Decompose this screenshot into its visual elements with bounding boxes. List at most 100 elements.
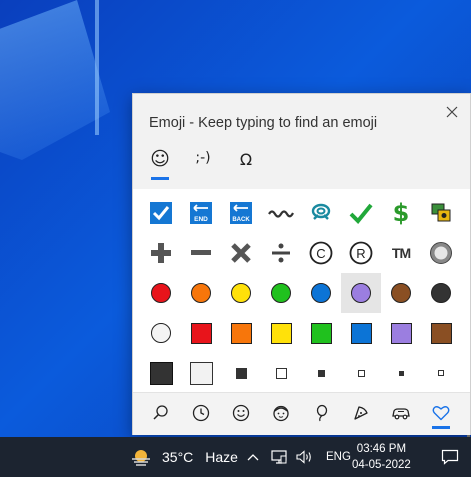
blue-circle-icon[interactable]: [301, 273, 341, 313]
divide-icon[interactable]: [261, 233, 301, 273]
green-square-icon[interactable]: [301, 313, 341, 353]
white-small-square-icon[interactable]: [341, 353, 381, 393]
wallpaper-light-beam: [0, 0, 110, 160]
clock-time: 03:46 PM: [356, 443, 407, 455]
network-icon[interactable]: [268, 447, 290, 467]
clock[interactable]: 03:46 PM 04-05-2022: [352, 441, 411, 473]
yellow-square: [270, 322, 292, 344]
notification-icon: [441, 449, 459, 465]
curly-loop-icon[interactable]: [261, 193, 301, 233]
red-square: [190, 322, 212, 344]
purple-circle: [351, 283, 371, 303]
car-icon[interactable]: [381, 393, 421, 433]
category-list: [141, 393, 461, 433]
tab-symbols[interactable]: Ω: [235, 150, 257, 180]
back-arrow-icon[interactable]: BACK: [221, 193, 261, 233]
orange-square: [230, 322, 252, 344]
green-square: [310, 322, 332, 344]
smiley-icon[interactable]: [221, 393, 261, 433]
tab-kaomoji[interactable]: ;-): [191, 150, 215, 180]
white-circle-icon[interactable]: [141, 313, 181, 353]
copyright-icon[interactable]: C: [301, 233, 341, 273]
clock-icon[interactable]: [181, 393, 221, 433]
white-medium-square-icon[interactable]: [261, 353, 301, 393]
pizza-icon[interactable]: [341, 393, 381, 433]
black-small-square: [317, 369, 325, 377]
black-tiny-square: [398, 370, 404, 376]
purple-square-icon[interactable]: [381, 313, 421, 353]
black-medium-square-icon[interactable]: [221, 353, 261, 393]
trademark-glyph: TM: [391, 245, 411, 261]
dollar-glyph: $: [392, 199, 410, 227]
black-circle-icon[interactable]: [421, 273, 461, 313]
end-arrow-icon[interactable]: END: [181, 193, 221, 233]
blue-circle: [311, 283, 331, 303]
black-medium-square: [235, 367, 247, 379]
minus-icon[interactable]: [181, 233, 221, 273]
green-circle: [271, 283, 291, 303]
blue-square: [350, 322, 372, 344]
green-circle-icon[interactable]: [261, 273, 301, 313]
heart-icon[interactable]: [421, 393, 461, 433]
red-circle-icon[interactable]: [141, 273, 181, 313]
plus-icon[interactable]: [141, 233, 181, 273]
balloon-icon[interactable]: [301, 393, 341, 433]
system-tray: ENG: [242, 447, 351, 467]
search-icon[interactable]: [141, 393, 181, 433]
red-square-icon[interactable]: [181, 313, 221, 353]
panel-header: Emoji - Keep typing to find an emoji ☺ ;…: [133, 94, 470, 189]
red-circle: [151, 283, 171, 303]
panel-tabs: ☺ ;-) Ω: [149, 150, 257, 180]
copyright-letter: C: [316, 246, 325, 261]
brown-circle: [391, 283, 411, 303]
clock-date: 04-05-2022: [352, 459, 411, 471]
multiply-icon[interactable]: [221, 233, 261, 273]
kaomoji-tab-label: ;-): [195, 150, 211, 166]
orange-circle: [191, 283, 211, 303]
white-large-square-icon[interactable]: [181, 353, 221, 393]
smiley-tab-icon: ☺: [150, 148, 170, 170]
notification-button[interactable]: [439, 447, 461, 467]
trademark-icon[interactable]: TM: [381, 233, 421, 273]
white-small-square: [357, 369, 365, 377]
tab-emoji[interactable]: ☺: [149, 150, 171, 180]
haze-sun-icon: [132, 450, 150, 466]
yellow-circle-icon[interactable]: [221, 273, 261, 313]
taskbar: 35°C Haze ENG 03:46 PM 04-05-2022: [0, 437, 471, 477]
double-loop-icon[interactable]: [301, 193, 341, 233]
orange-square-icon[interactable]: [221, 313, 261, 353]
purple-square: [390, 322, 412, 344]
yellow-circle: [231, 283, 251, 303]
purple-circle-icon[interactable]: [341, 273, 381, 313]
check-mark-icon[interactable]: [341, 193, 381, 233]
brown-square: [430, 322, 452, 344]
white-tiny-square-icon[interactable]: [421, 353, 461, 393]
brown-square-icon[interactable]: [421, 313, 461, 353]
currency-exchange-icon[interactable]: [421, 193, 461, 233]
white-medium-square: [275, 367, 287, 379]
blue-square-icon[interactable]: [341, 313, 381, 353]
volume-icon[interactable]: [294, 447, 316, 467]
weather-widget[interactable]: 35°C Haze: [130, 447, 238, 467]
emoji-grid-area: END BACK $ C R TM: [133, 189, 470, 439]
white-large-square: [189, 361, 213, 385]
yellow-square-icon[interactable]: [261, 313, 301, 353]
black-tiny-square-icon[interactable]: [381, 353, 421, 393]
orange-circle-icon[interactable]: [181, 273, 221, 313]
black-large-square-icon[interactable]: [141, 353, 181, 393]
white-circle: [151, 323, 171, 343]
panel-title: Emoji - Keep typing to find an emoji: [149, 115, 378, 131]
weather-condition: Haze: [205, 449, 238, 465]
black-small-square-icon[interactable]: [301, 353, 341, 393]
chevron-up-icon[interactable]: [242, 447, 264, 467]
people-icon[interactable]: [261, 393, 301, 433]
close-button[interactable]: [440, 100, 464, 124]
radio-button-icon[interactable]: [421, 233, 461, 273]
emoji-grid: END BACK $ C R TM: [141, 193, 461, 393]
dollar-icon[interactable]: $: [381, 193, 421, 233]
registered-letter: R: [356, 246, 365, 261]
registered-icon[interactable]: R: [341, 233, 381, 273]
brown-circle-icon[interactable]: [381, 273, 421, 313]
check-box-icon[interactable]: [141, 193, 181, 233]
language-indicator[interactable]: ENG: [326, 451, 351, 463]
